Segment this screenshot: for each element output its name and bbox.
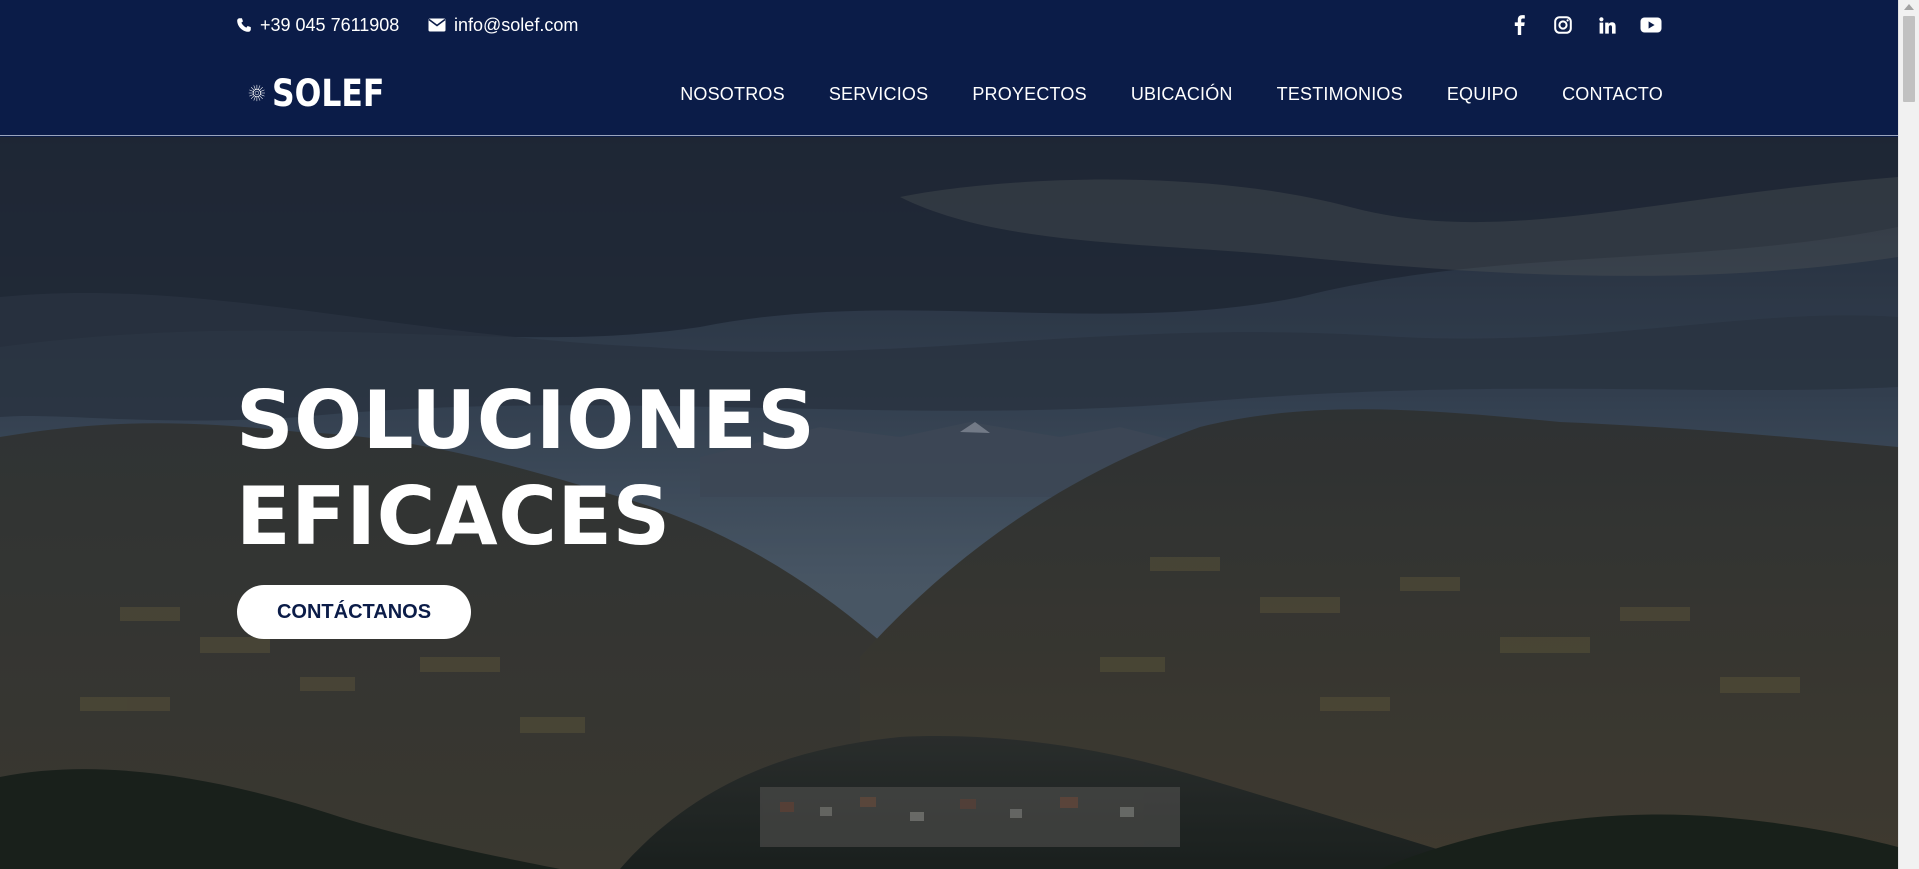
site-logo[interactable]: SOLEF	[248, 68, 404, 118]
logo-text: SOLEF	[271, 71, 385, 115]
instagram-link[interactable]	[1552, 14, 1574, 36]
phone-icon	[237, 18, 251, 32]
nav-item-equipo[interactable]: EQUIPO	[1447, 84, 1518, 105]
linkedin-icon	[1598, 16, 1616, 34]
nav-item-servicios[interactable]: SERVICIOS	[829, 84, 929, 105]
linkedin-link[interactable]	[1596, 14, 1618, 36]
sun-burst-icon	[248, 84, 266, 102]
phone-number: +39 045 7611908	[260, 14, 400, 35]
nav-item-proyectos[interactable]: PROYECTOS	[972, 84, 1087, 105]
main-nav: NOSOTROS SERVICIOS PROYECTOS UBICACIÓN T…	[680, 80, 1663, 108]
nav-item-ubicacion[interactable]: UBICACIÓN	[1131, 84, 1233, 105]
nav-item-contacto[interactable]: CONTACTO	[1562, 84, 1663, 105]
instagram-icon	[1554, 16, 1572, 34]
page-scrollbar[interactable]	[1898, 0, 1919, 869]
youtube-icon	[1640, 17, 1662, 33]
hero-title: SOLUCIONES EFICACES	[236, 373, 815, 565]
hero-section: SOLUCIONES EFICACES CONTÁCTANOS	[0, 137, 1898, 869]
youtube-link[interactable]	[1640, 14, 1662, 36]
envelope-icon	[428, 18, 446, 32]
nav-item-nosotros[interactable]: NOSOTROS	[680, 84, 785, 105]
nav-item-testimonios[interactable]: TESTIMONIOS	[1277, 84, 1403, 105]
top-bar: +39 045 7611908 info@solef.com	[236, 12, 1662, 38]
site-header: +39 045 7611908 info@solef.com SOLEF NOS…	[0, 0, 1898, 136]
email-address: info@solef.com	[454, 14, 579, 35]
hero-title-line-2: EFICACES	[236, 470, 671, 563]
facebook-icon	[1514, 15, 1525, 35]
contact-us-button[interactable]: CONTÁCTANOS	[237, 585, 471, 639]
email-contact[interactable]: info@solef.com	[428, 12, 578, 38]
scroll-up-arrow-icon[interactable]	[1904, 4, 1914, 10]
hero-title-line-1: SOLUCIONES	[236, 374, 816, 467]
phone-contact[interactable]: +39 045 7611908	[236, 12, 399, 38]
social-links	[1508, 12, 1662, 38]
scrollbar-thumb[interactable]	[1903, 16, 1915, 102]
facebook-link[interactable]	[1508, 14, 1530, 36]
